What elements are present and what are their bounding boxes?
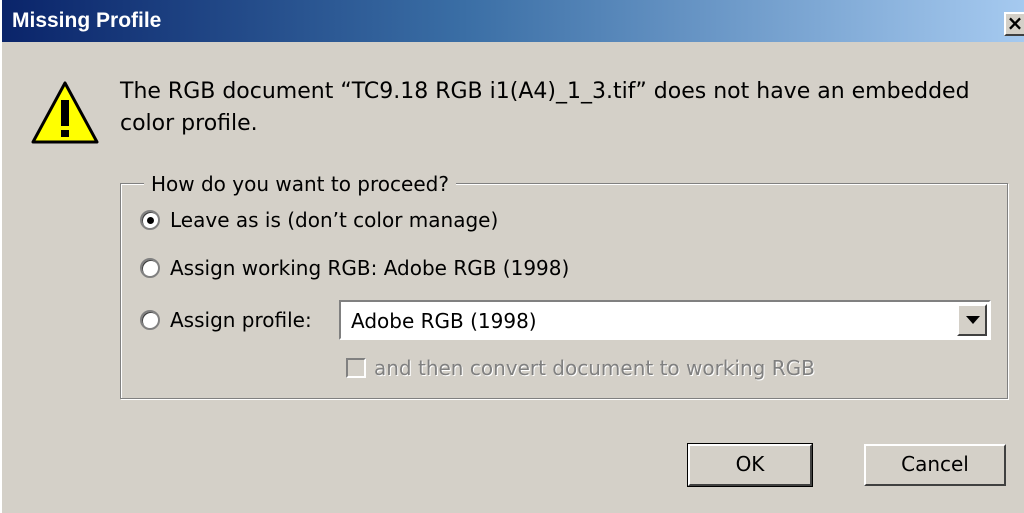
warning-icon bbox=[30, 80, 100, 146]
dialog-message: The RGB document “TC9.18 RGB i1(A4)_1_3.… bbox=[120, 79, 970, 136]
radio-leave-as-is[interactable]: Leave as is (don’t color manage) bbox=[140, 207, 498, 233]
ok-button[interactable]: OK bbox=[687, 443, 813, 487]
cancel-button[interactable]: Cancel bbox=[864, 444, 1006, 486]
radio-label: Leave as is (don’t color manage) bbox=[170, 208, 499, 232]
dropdown-button[interactable] bbox=[957, 304, 987, 336]
window-title: Missing Profile bbox=[12, 9, 162, 32]
radio-assign-working-rgb[interactable]: Assign working RGB: Adobe RGB (1998) bbox=[140, 255, 569, 281]
radio-button[interactable] bbox=[140, 310, 160, 330]
profile-select-value: Adobe RGB (1998) bbox=[351, 309, 537, 333]
radio-button[interactable] bbox=[140, 258, 160, 278]
convert-document-checkbox[interactable]: and then convert document to working RGB bbox=[346, 355, 815, 381]
checkbox-label: and then convert document to working RGB bbox=[374, 356, 815, 380]
checkbox-box[interactable] bbox=[346, 358, 366, 378]
radio-assign-profile[interactable]: Assign profile: bbox=[140, 307, 312, 333]
close-button[interactable]: × bbox=[1004, 12, 1024, 36]
missing-profile-dialog: Missing Profile × The RGB document “TC9.… bbox=[0, 0, 1024, 513]
close-icon: × bbox=[1006, 11, 1024, 35]
title-bar[interactable]: Missing Profile × bbox=[2, 0, 1024, 42]
radio-label: Assign working RGB: Adobe RGB (1998) bbox=[170, 256, 570, 280]
radio-label: Assign profile: bbox=[170, 308, 312, 332]
profile-select[interactable]: Adobe RGB (1998) bbox=[339, 300, 991, 340]
chevron-down-icon bbox=[966, 316, 980, 324]
radio-button[interactable] bbox=[140, 210, 160, 230]
group-legend: How do you want to proceed? bbox=[144, 172, 456, 196]
